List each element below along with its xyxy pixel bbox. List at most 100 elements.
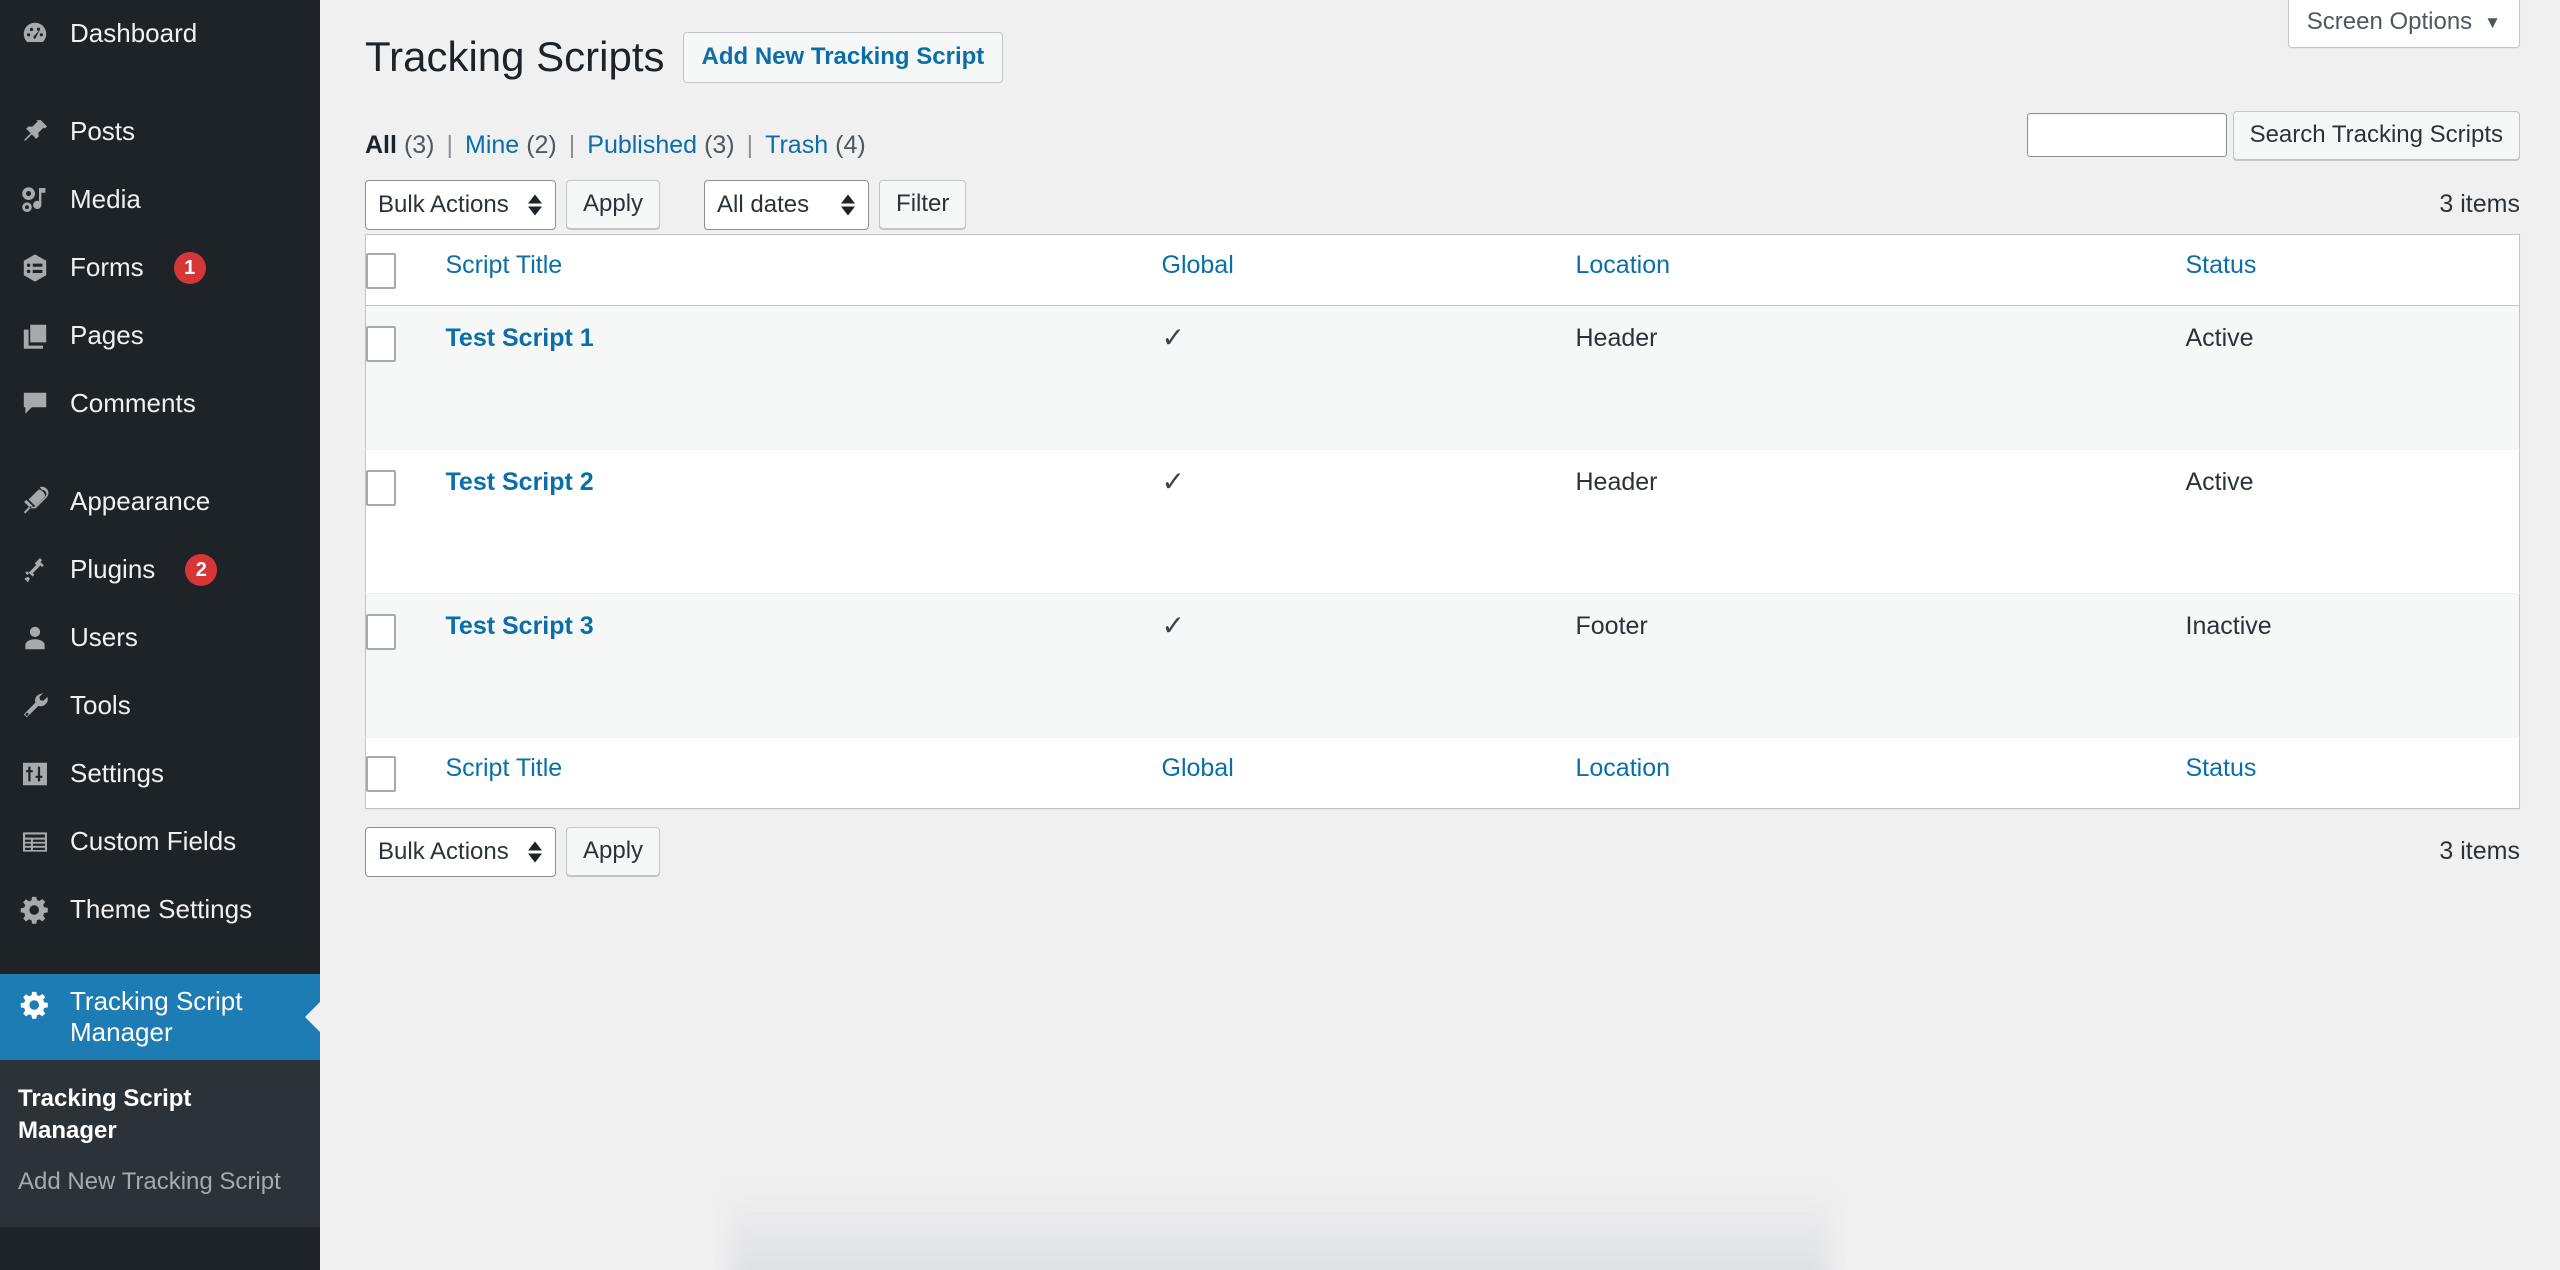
view-separator: | (746, 130, 754, 159)
column-footer-title[interactable]: Script Title (446, 737, 1106, 808)
sidebar-item-dashboard[interactable]: Dashboard (0, 0, 320, 68)
submenu-item-add-new-tracking-script[interactable]: Add New Tracking Script (0, 1157, 300, 1207)
sidebar-item-pages[interactable]: Pages (0, 302, 320, 370)
view-count-all: (3) (403, 130, 435, 159)
view-link-published[interactable]: Published (587, 131, 697, 160)
row-title-link[interactable]: Test Script 1 (446, 324, 594, 352)
sort-title-link-bottom[interactable]: Script Title (446, 754, 563, 782)
sort-status-link-bottom[interactable]: Status (2186, 754, 2257, 782)
sidebar-item-posts[interactable]: Posts (0, 98, 320, 166)
select-all-footer (366, 737, 446, 808)
sort-title-link-top[interactable]: Script Title (446, 251, 563, 279)
row-location-value: Header (1575, 323, 1658, 352)
sidebar-item-badge: 1 (173, 252, 206, 284)
status-badge: Active (2185, 467, 2254, 496)
column-footer-status[interactable]: Status (2186, 737, 2520, 808)
view-item-published: Published (3) | (587, 131, 765, 160)
row-checkbox[interactable] (366, 469, 396, 506)
submenu-item-tracking-script-manager[interactable]: Tracking Script Manager (0, 1074, 300, 1157)
select-all-checkbox-top[interactable] (366, 252, 396, 289)
sort-location-link-top[interactable]: Location (1576, 251, 1671, 279)
sort-status-link-top[interactable]: Status (2186, 251, 2257, 279)
plugins-icon (18, 553, 52, 587)
tablenav-top: Bulk Actions Apply All dates Filter 3 it… (365, 176, 2520, 234)
sidebar-item-label: Forms (70, 252, 144, 283)
row-checkbox[interactable] (366, 325, 396, 362)
sort-global-link-top[interactable]: Global (1162, 251, 1234, 279)
sidebar-item-comments[interactable]: Comments (0, 370, 320, 438)
filter-button[interactable]: Filter (879, 180, 967, 230)
gear-icon (18, 893, 52, 927)
search-submit-button[interactable]: Search Tracking Scripts (2232, 110, 2520, 160)
settings-icon (18, 757, 52, 791)
comments-icon (18, 387, 52, 421)
column-footer-global[interactable]: Global (1106, 737, 1576, 808)
sidebar-item-theme-settings[interactable]: Theme Settings (0, 876, 320, 944)
row-location-value: Header (1575, 467, 1658, 496)
sidebar-item-custom-fields[interactable]: Custom Fields (0, 808, 320, 876)
sidebar-item-label: Tools (70, 690, 131, 721)
sidebar-item-label: Users (70, 622, 138, 653)
tools-icon (18, 689, 52, 723)
row-global-cell: ✓ (1106, 449, 1576, 593)
sort-global-link-bottom[interactable]: Global (1162, 754, 1234, 782)
table-row: Test Script 2 ✓ Header Active (365, 449, 2520, 594)
sidebar-item-label: Custom Fields (70, 826, 237, 857)
sidebar-item-media[interactable]: Media (0, 166, 320, 234)
search-box: Search Tracking Scripts (2026, 110, 2520, 160)
view-separator: | (446, 130, 454, 159)
sidebar-item-label: Plugins (70, 554, 156, 585)
column-header-location[interactable]: Location (1576, 234, 2186, 305)
view-link-mine[interactable]: Mine (465, 131, 519, 160)
view-item-mine: Mine (2) | (465, 131, 587, 160)
users-icon (18, 621, 52, 655)
date-filter-select-wrap: All dates (704, 179, 870, 230)
add-new-tracking-script-button[interactable]: Add New Tracking Script (682, 31, 1004, 83)
admin-page: Dashboard Posts Media Forms 1 Pages Comments Ap… (0, 0, 2560, 1270)
row-location-cell: Header (1576, 449, 2186, 593)
sidebar-item-settings[interactable]: Settings (0, 740, 320, 808)
sidebar-item-tools[interactable]: Tools (0, 672, 320, 740)
row-checkbox-cell (366, 305, 446, 449)
forms-icon (18, 251, 52, 285)
date-filter-select[interactable]: All dates (704, 179, 870, 230)
select-all-header (366, 234, 446, 305)
view-link-all[interactable]: All (365, 131, 397, 160)
sidebar-item-appearance[interactable]: Appearance (0, 468, 320, 536)
row-location-cell: Footer (1576, 593, 2186, 737)
bulk-actions-select-wrap-bottom: Bulk Actions (365, 826, 556, 877)
row-global-cell: ✓ (1106, 593, 1576, 737)
column-header-status[interactable]: Status (2186, 234, 2520, 305)
screen-options-button[interactable]: Screen Options ▼ (2287, 0, 2520, 48)
main-content: Screen Options ▼ Tracking Scripts Add Ne… (320, 0, 2560, 1270)
row-title-link[interactable]: Test Script 3 (446, 612, 594, 640)
sidebar-item-plugins[interactable]: Plugins 2 (0, 536, 320, 604)
select-all-checkbox-bottom[interactable] (366, 755, 396, 792)
sidebar-item-tracking-script-manager[interactable]: Tracking Script Manager (0, 974, 320, 1060)
apply-button-top[interactable]: Apply (566, 180, 661, 230)
bulk-actions-select-bottom[interactable]: Bulk Actions (365, 826, 556, 877)
column-header-global[interactable]: Global (1106, 234, 1576, 305)
sidebar-item-forms[interactable]: Forms 1 (0, 234, 320, 302)
sort-location-link-bottom[interactable]: Location (1576, 754, 1671, 782)
bulk-actions-select-top[interactable]: Bulk Actions (365, 179, 556, 230)
column-header-title[interactable]: Script Title (446, 234, 1106, 305)
pin-icon (18, 115, 52, 149)
view-link-trash[interactable]: Trash (765, 131, 828, 160)
sidebar-item-label: Comments (70, 388, 196, 419)
table-row: Test Script 3 ✓ Footer Inactive (365, 593, 2520, 738)
apply-button-bottom[interactable]: Apply (566, 827, 661, 877)
sidebar-item-users[interactable]: Users (0, 604, 320, 672)
views-and-search-row: All (3) | Mine (2) | Published (3) | Trash (4) Sea… (365, 110, 2520, 160)
column-footer-location[interactable]: Location (1576, 737, 2186, 808)
sidebar-item-label: Settings (70, 758, 164, 789)
sidebar-item-badge: 2 (185, 554, 218, 586)
row-title-link[interactable]: Test Script 2 (446, 468, 594, 496)
custom-fields-icon (18, 825, 52, 859)
bottom-blurred-artifact (730, 1184, 1830, 1270)
row-checkbox[interactable] (366, 613, 396, 650)
table-foot: Script Title Global Location Status (365, 737, 2520, 808)
sidebar-item-label: Appearance (70, 486, 211, 517)
search-input[interactable] (2026, 113, 2227, 158)
tracking-scripts-table: Script Title Global Location Status Test… (365, 233, 2520, 809)
